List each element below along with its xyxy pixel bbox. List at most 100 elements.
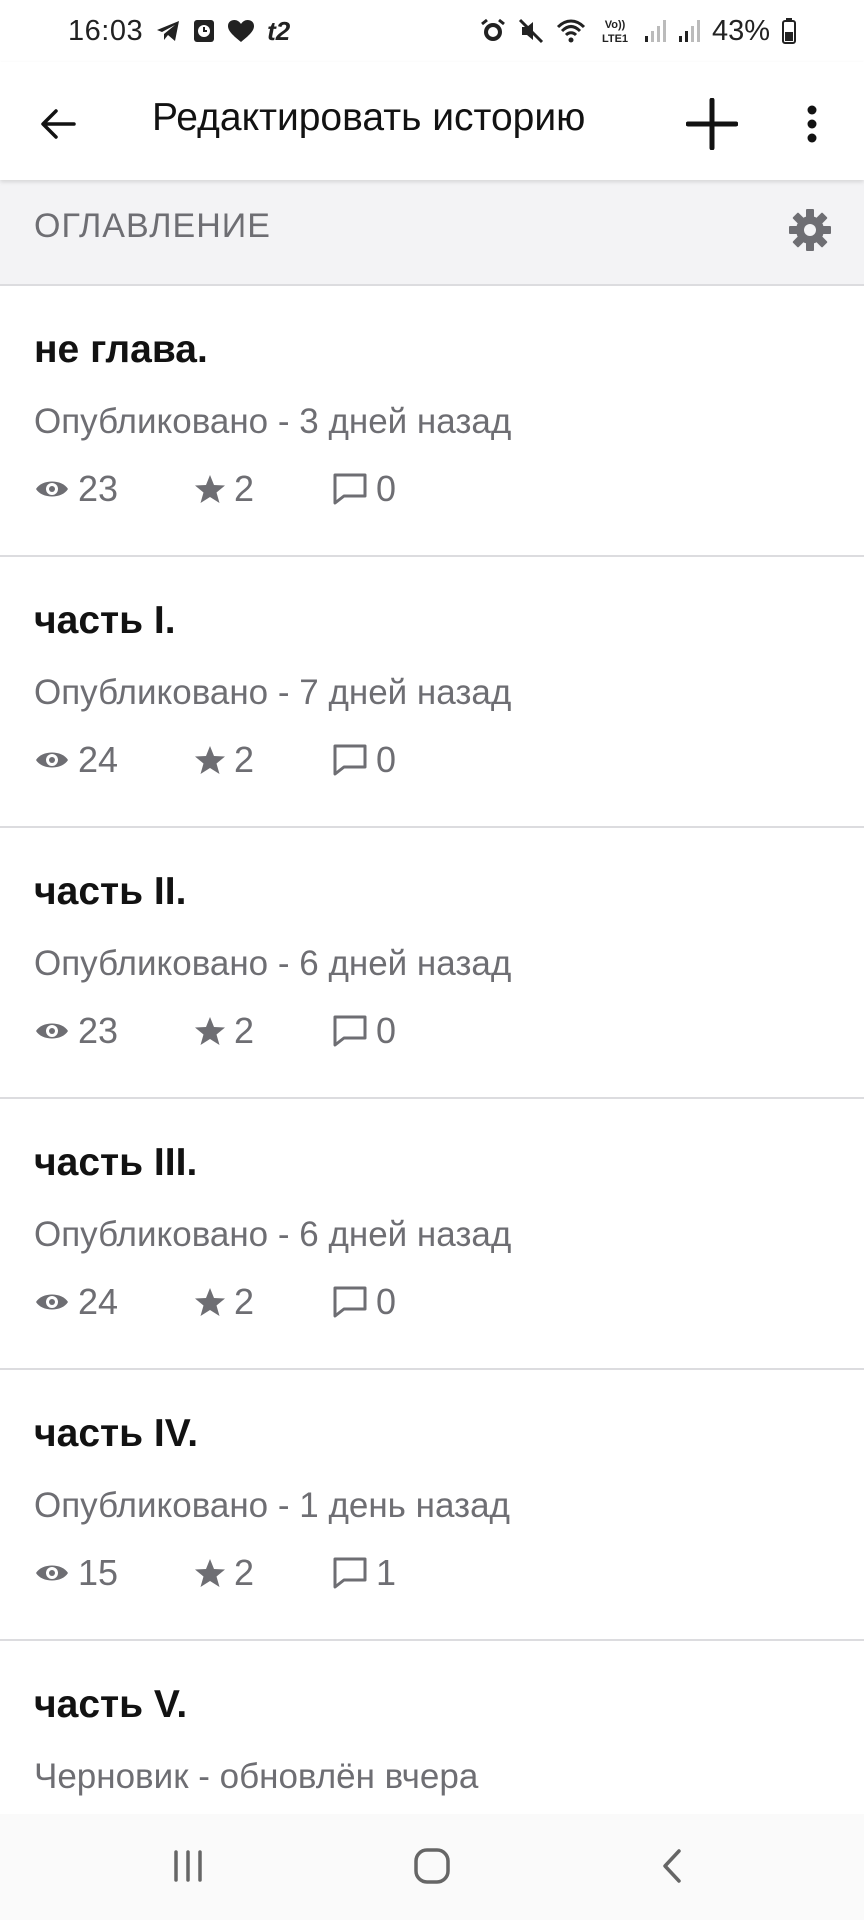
votes-stat: 2 — [194, 1552, 332, 1594]
telegram-icon — [155, 19, 181, 43]
chapter-stats: 15 2 1 — [34, 1550, 452, 1596]
chapter-status: Черновик - обновлён вчера — [34, 1757, 479, 1796]
chapter-stats: 23 2 0 — [34, 466, 452, 512]
star-icon — [195, 1288, 225, 1316]
comments-stat: 0 — [332, 468, 452, 510]
star-icon — [195, 475, 225, 503]
home-icon — [414, 1848, 450, 1884]
views-count: 24 — [78, 739, 119, 780]
gear-icon — [789, 209, 831, 251]
chapter-title: часть II. — [34, 870, 187, 913]
signal-2-icon — [678, 18, 700, 44]
chapter-stats: 23 2 0 — [34, 1008, 452, 1054]
plus-icon — [686, 98, 738, 150]
comments-count: 1 — [376, 1552, 397, 1593]
volte-badge-icon: Vo)) LTE1 — [598, 17, 632, 45]
eye-icon — [36, 752, 68, 768]
system-navigation-bar — [0, 1814, 864, 1920]
add-chapter-button[interactable] — [676, 88, 748, 160]
alarm-icon — [480, 18, 506, 44]
votes-count: 2 — [234, 739, 255, 780]
chapter-status: Опубликовано - 6 дней назад — [34, 944, 512, 983]
toc-settings-button[interactable] — [782, 202, 838, 258]
edit-story-screen: 16:03 t2 Vo)) LTE1 43% Редактировать ист… — [0, 0, 864, 1920]
chapter-title: не глава. — [34, 328, 208, 371]
views-stat: 15 — [34, 1552, 194, 1594]
eye-icon — [36, 481, 68, 497]
comments-count: 0 — [376, 1281, 397, 1322]
views-count: 23 — [78, 468, 119, 509]
comments-count: 0 — [376, 739, 397, 780]
comment-icon — [333, 1286, 367, 1318]
votes-stat: 2 — [194, 1010, 332, 1052]
carrier-label: t2 — [267, 15, 291, 46]
recent-apps-icon — [174, 1850, 202, 1882]
chapter-status: Опубликовано - 3 дней назад — [34, 402, 512, 441]
status-bar: 16:03 t2 Vo)) LTE1 43% — [0, 0, 864, 62]
chapter-list: не глава. Опубликовано - 3 дней назад 23… — [0, 286, 864, 1861]
recent-apps-button[interactable] — [158, 1842, 218, 1890]
status-left: 16:03 t2 — [68, 15, 290, 48]
chapter-status: Опубликовано - 7 дней назад — [34, 673, 512, 712]
battery-icon — [782, 18, 796, 44]
comments-count: 0 — [376, 1010, 397, 1051]
back-button[interactable] — [26, 92, 90, 156]
chapter-item[interactable]: часть III. Опубликовано - 6 дней назад 2… — [0, 1099, 864, 1370]
views-stat: 23 — [34, 1010, 194, 1052]
chapter-status: Опубликовано - 6 дней назад — [34, 1215, 512, 1254]
chevron-left-icon — [663, 1849, 681, 1883]
comments-stat: 0 — [332, 1010, 452, 1052]
eye-icon — [36, 1565, 68, 1581]
comment-icon — [333, 473, 367, 505]
views-stat: 24 — [34, 1281, 194, 1323]
comments-stat: 1 — [332, 1552, 452, 1594]
chapter-item[interactable]: часть II. Опубликовано - 6 дней назад 23… — [0, 828, 864, 1099]
comment-icon — [333, 1015, 367, 1047]
votes-count: 2 — [234, 468, 255, 509]
chapter-title: часть I. — [34, 599, 176, 642]
signal-1-icon — [644, 18, 666, 44]
app-bar: Редактировать историю — [0, 62, 864, 180]
eye-icon — [36, 1023, 68, 1039]
views-count: 23 — [78, 1010, 119, 1051]
clock-app-icon — [193, 19, 215, 43]
star-icon — [195, 746, 225, 774]
comments-stat: 0 — [332, 739, 452, 781]
votes-count: 2 — [234, 1281, 255, 1322]
comments-count: 0 — [376, 468, 397, 509]
wifi-icon — [556, 18, 586, 44]
home-button[interactable] — [402, 1842, 462, 1890]
star-icon — [195, 1017, 225, 1045]
views-count: 15 — [78, 1552, 119, 1593]
chapter-item[interactable]: не глава. Опубликовано - 3 дней назад 23… — [0, 286, 864, 557]
status-time: 16:03 — [68, 14, 144, 47]
back-nav-button[interactable] — [0, 1842, 60, 1890]
votes-count: 2 — [234, 1552, 255, 1593]
volte-badge-top: Vo)) — [605, 19, 626, 31]
table-of-contents-header: ОГЛАВЛЕНИЕ — [0, 180, 864, 286]
votes-stat: 2 — [194, 1281, 332, 1323]
votes-stat: 2 — [194, 739, 332, 781]
chapter-item[interactable]: часть I. Опубликовано - 7 дней назад 24 … — [0, 557, 864, 828]
chapter-status: Опубликовано - 1 день назад — [34, 1486, 510, 1525]
votes-stat: 2 — [194, 468, 332, 510]
chapter-title: часть IV. — [34, 1412, 199, 1455]
views-count: 24 — [78, 1281, 119, 1322]
more-options-button[interactable] — [784, 92, 840, 156]
comment-icon — [333, 1557, 367, 1589]
votes-count: 2 — [234, 1010, 255, 1051]
chapter-stats: 24 2 0 — [34, 737, 452, 783]
chapter-title: часть V. — [34, 1683, 188, 1726]
toc-title: ОГЛАВЛЕНИЕ — [34, 207, 271, 245]
more-vertical-icon — [807, 105, 817, 143]
page-title: Редактировать историю — [152, 96, 586, 139]
chapter-stats: 24 2 0 — [34, 1279, 452, 1325]
system-back-button[interactable] — [642, 1842, 702, 1890]
comments-stat: 0 — [332, 1281, 452, 1323]
star-icon — [195, 1559, 225, 1587]
arrow-left-icon — [41, 109, 76, 139]
chapter-item[interactable]: часть IV. Опубликовано - 1 день назад 15… — [0, 1370, 864, 1641]
eye-icon — [36, 1294, 68, 1310]
volte-badge-bottom: LTE1 — [602, 33, 628, 45]
views-stat: 24 — [34, 739, 194, 781]
